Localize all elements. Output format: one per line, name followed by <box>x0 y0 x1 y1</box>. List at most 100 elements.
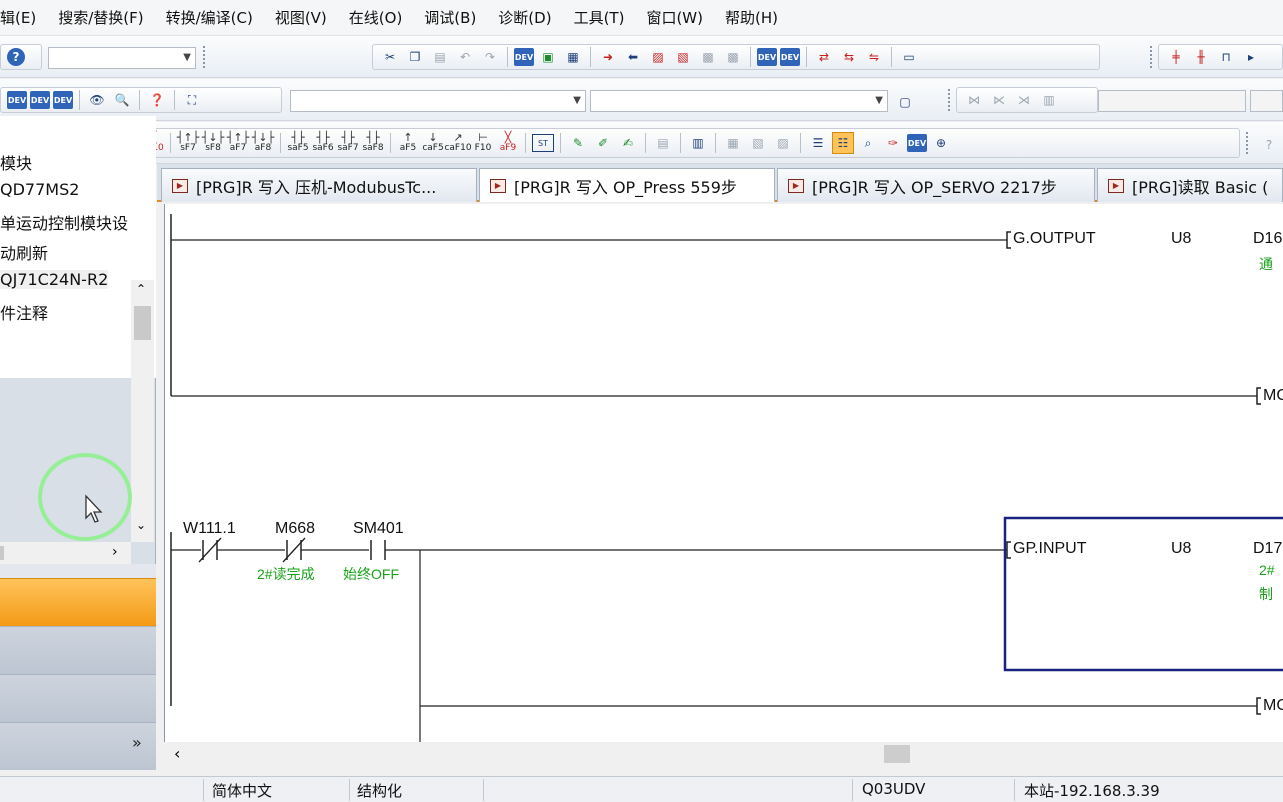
disabled-combo[interactable] <box>1098 90 1246 112</box>
tree-item-motion-setting[interactable]: 单运动控制模块设 <box>0 210 128 234</box>
device-write-icon[interactable]: ⇄ <box>813 46 835 68</box>
copy-icon[interactable]: ❐ <box>404 46 426 68</box>
tree-horizontal-scrollbar[interactable]: › <box>0 542 131 564</box>
fk-saf6-button[interactable]: ┤├ saF6 <box>312 132 334 153</box>
find-options-icon[interactable]: ▢ <box>894 91 916 113</box>
tree-item-qd77ms2[interactable]: QD77MS2 <box>0 180 79 199</box>
ladder-editor[interactable]: G.OUTPUT U8 D16 通 MC W111.1 M668 SM401 2… <box>164 204 1283 742</box>
monitor-write-icon[interactable]: ▧ <box>672 46 694 68</box>
monitor-start-icon[interactable]: ➜ <box>597 46 619 68</box>
toolbar-gripper[interactable] <box>948 89 952 111</box>
menu-debug[interactable]: 调试(B) <box>413 7 487 28</box>
tree-scroll-thumb[interactable] <box>134 306 151 340</box>
watch-icon[interactable]: 👁 <box>86 89 108 111</box>
edit-device-icon[interactable]: ✑ <box>882 132 904 154</box>
menu-diagnostics[interactable]: 诊断(D) <box>487 7 562 28</box>
scroll-right-icon[interactable]: › <box>112 544 118 560</box>
display-mode-icon[interactable]: ☰ <box>807 132 829 154</box>
tree-hscroll-thumb[interactable] <box>0 546 4 560</box>
toolbar-gripper[interactable] <box>203 46 207 68</box>
block-icon[interactable]: ▤ <box>652 132 674 154</box>
ladder-more-icon[interactable]: ▸ <box>1240 46 1262 68</box>
monitor-disabled-2-icon[interactable]: ▩ <box>722 46 744 68</box>
fk-af9-button[interactable]: ╳ aF9 <box>497 132 519 153</box>
contact-sm401-device[interactable]: SM401 <box>353 520 404 538</box>
structured-text-icon[interactable]: ST <box>532 134 554 152</box>
fk-saf5-button[interactable]: ┤├ saF5 <box>287 132 309 153</box>
dev-view-icon[interactable]: DEV <box>7 91 27 109</box>
navigation-section-active[interactable] <box>0 578 156 626</box>
network-2-icon[interactable]: ⋉ <box>988 89 1010 111</box>
cut-icon[interactable]: ✂ <box>379 46 401 68</box>
tree-vertical-scrollbar[interactable]: ⌃ ⌄ <box>131 280 154 542</box>
verify-plc-icon[interactable]: ▦ <box>562 46 584 68</box>
fk-f10-button[interactable]: ⊢ F10 <box>472 132 494 153</box>
zoom-icon[interactable]: ⌕ <box>857 132 879 154</box>
tree-item-auto-refresh[interactable]: 动刷新 <box>0 240 48 264</box>
editor-horizontal-scrollbar[interactable]: ‹ <box>164 742 1283 766</box>
help-circle-2-icon[interactable]: ? <box>1258 134 1280 156</box>
tab-modbus[interactable]: ▶ [PRG]R 写入 压机-ModubusTc... <box>161 168 477 202</box>
menu-window[interactable]: 窗口(W) <box>635 7 714 28</box>
navigation-section-3[interactable] <box>0 674 156 722</box>
read-from-plc-icon[interactable]: ▣ <box>537 46 559 68</box>
statement-icon[interactable]: ✐ <box>592 132 614 154</box>
display-mode-active-icon[interactable]: ☷ <box>832 132 854 154</box>
editor-hscroll-thumb[interactable] <box>884 745 910 763</box>
fk-saf7-button[interactable]: ┤├ saF7 <box>337 132 359 153</box>
toolbar-gripper[interactable] <box>1246 132 1250 154</box>
disabled-tool-2-icon[interactable]: ▧ <box>747 132 769 154</box>
help-icon[interactable]: ? <box>7 48 25 66</box>
fk-af7-button[interactable]: ┤↑├ aF7 <box>227 132 249 153</box>
block-2-icon[interactable]: ▥ <box>687 132 709 154</box>
undo-icon[interactable]: ↶ <box>454 46 476 68</box>
menu-tools[interactable]: 工具(T) <box>563 7 636 28</box>
instruction-mc-1[interactable]: MC <box>1263 387 1283 405</box>
fk-sf8-button[interactable]: ┤↓├ sF8 <box>202 132 224 153</box>
toolbar-gripper[interactable] <box>1150 46 1154 68</box>
dev-search-icon[interactable]: DEV <box>907 134 927 152</box>
device-batch-icon[interactable]: ⇆ <box>838 46 860 68</box>
replace-combo[interactable]: ▼ <box>590 90 888 112</box>
menu-help[interactable]: 帮助(H) <box>714 7 789 28</box>
dev-view-3-icon[interactable]: DEV <box>53 91 73 109</box>
ladder-insert-2-icon[interactable]: ╫ <box>1190 46 1212 68</box>
help-circle-icon[interactable]: ❓ <box>146 89 168 111</box>
operand-u8-2[interactable]: U8 <box>1171 540 1191 558</box>
monitor-disabled-icon[interactable]: ▩ <box>697 46 719 68</box>
contact-w111-device[interactable]: W111.1 <box>183 520 236 538</box>
menu-view[interactable]: 视图(V) <box>264 7 338 28</box>
note-icon[interactable]: ✍ <box>617 132 639 154</box>
tree-item-module[interactable]: 模块 <box>0 150 32 174</box>
fk-saf8-button[interactable]: ┤├ saF8 <box>362 132 384 153</box>
instruction-gp-input[interactable]: GP.INPUT <box>1013 540 1087 558</box>
dev-view-2-icon[interactable]: DEV <box>30 91 50 109</box>
disabled-tool-icon[interactable]: ▦ <box>722 132 744 154</box>
instruction-g-output[interactable]: G.OUTPUT <box>1013 230 1096 248</box>
menu-online[interactable]: 在线(O) <box>338 7 414 28</box>
simulation-start-icon[interactable]: DEV <box>757 48 777 66</box>
tree-item-comment[interactable]: 件注释 <box>0 300 48 324</box>
monitor-stop-icon[interactable]: ⬅ <box>622 46 644 68</box>
disabled-combo-2[interactable] <box>1250 90 1283 112</box>
zoom-in-icon[interactable]: ⊕ <box>930 132 952 154</box>
monitor-all-icon[interactable]: ▨ <box>647 46 669 68</box>
binoculars-icon[interactable]: ⛶ <box>181 89 203 111</box>
redo-icon[interactable]: ↷ <box>479 46 501 68</box>
menu-convert-compile[interactable]: 转换/编译(C) <box>155 7 264 28</box>
operand-d16[interactable]: D16 <box>1253 230 1282 248</box>
tab-basic[interactable]: ▶ [PRG]读取 Basic ( <box>1097 168 1283 202</box>
network-3-icon[interactable]: ⋊ <box>1013 89 1035 111</box>
fk-caf10-button[interactable]: ↗ caF10 <box>444 132 471 153</box>
device-comment-icon[interactable]: ✎ <box>567 132 589 154</box>
expand-sections-icon[interactable]: » <box>132 733 142 752</box>
help-search-combo[interactable]: ▼ <box>48 47 196 69</box>
navigation-section-4[interactable]: » <box>0 722 156 770</box>
device-register-icon[interactable]: ⇋ <box>863 46 885 68</box>
menu-search-replace[interactable]: 搜索/替换(F) <box>47 7 154 28</box>
ladder-pulse-icon[interactable]: ⊓ <box>1215 46 1237 68</box>
fk-caf5-button[interactable]: ↓ caF5 <box>422 132 444 153</box>
scroll-up-icon[interactable]: ⌃ <box>136 282 146 296</box>
disabled-tool-3-icon[interactable]: ▨ <box>772 132 794 154</box>
device-search-icon[interactable]: 🔍 <box>111 89 133 111</box>
